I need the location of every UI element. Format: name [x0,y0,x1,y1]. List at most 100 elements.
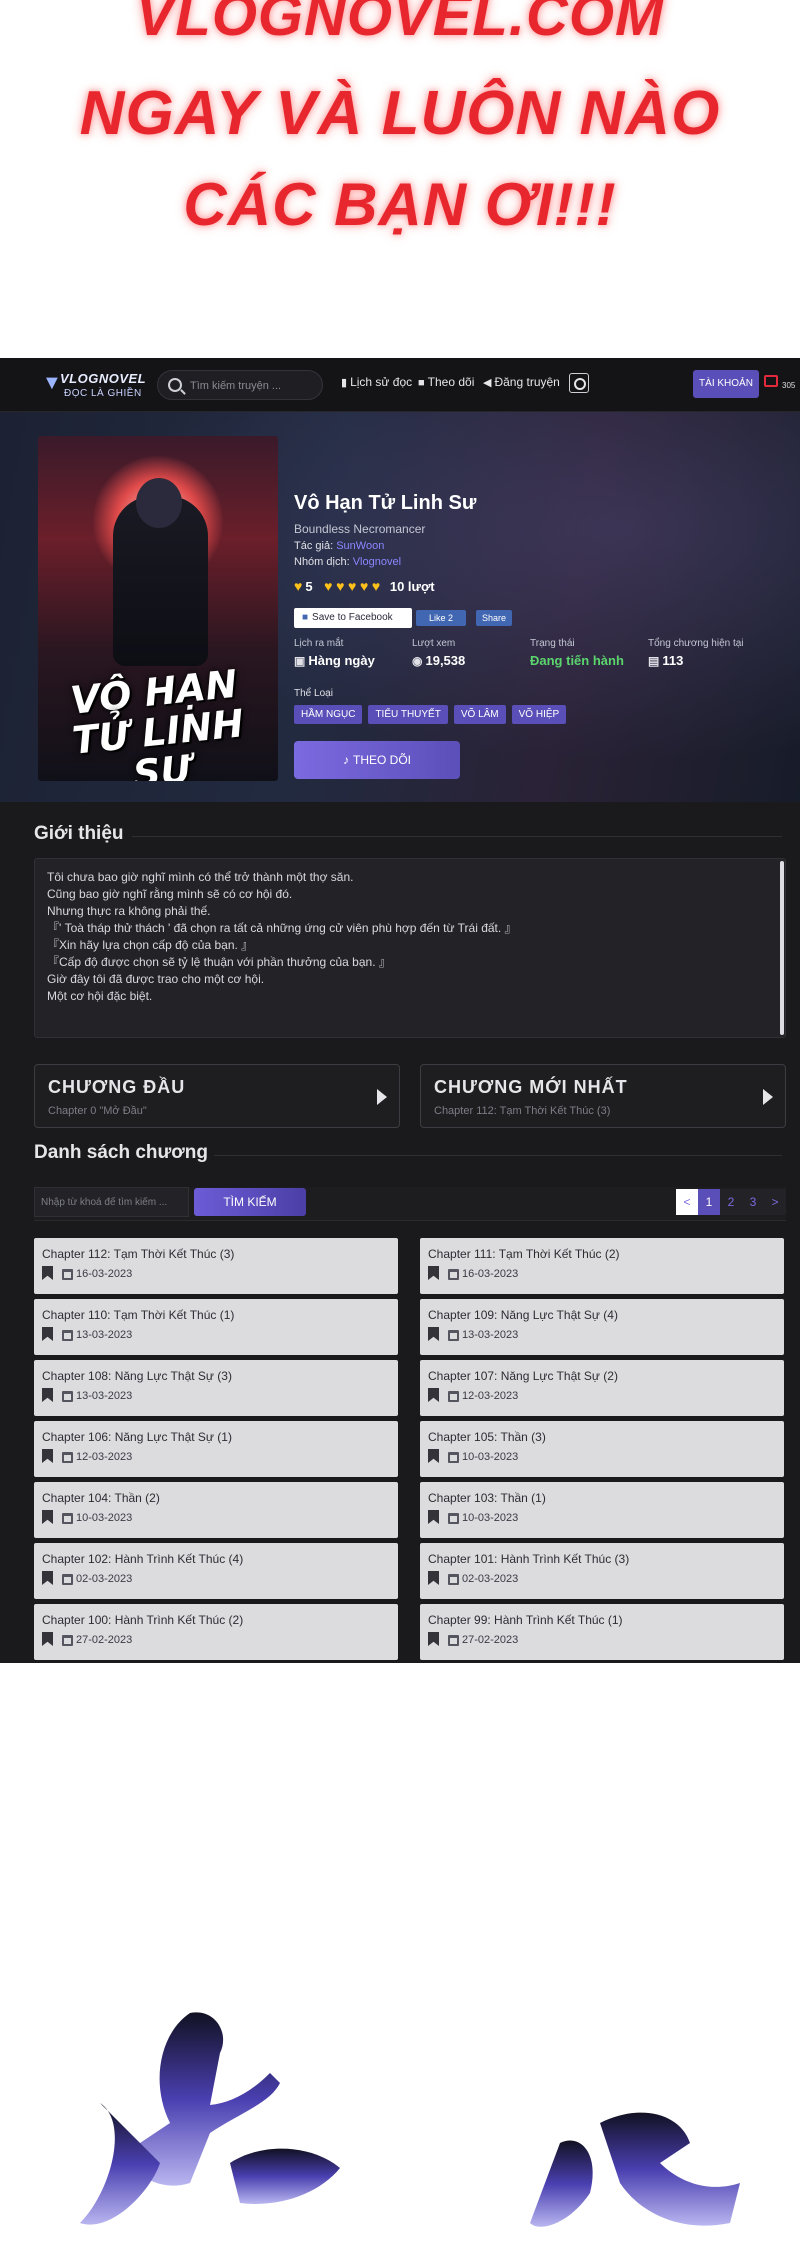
chapter-list-item[interactable]: Chapter 105: Thần (3) 10-03-2023 [420,1421,784,1477]
bookmark-icon: ■ [418,377,425,389]
bookmark-icon[interactable] [428,1571,439,1585]
bookmark-icon[interactable] [42,1449,53,1463]
bookmark-icon[interactable] [428,1327,439,1341]
synopsis-line: Một cơ hội đặc biệt. [47,989,153,1003]
first-chapter-button[interactable]: CHƯƠNG ĐẦU Chapter 0 "Mở Đầu" [34,1064,400,1128]
facebook-share-button[interactable]: Share [476,610,512,626]
chapter-list-item[interactable]: Chapter 107: Năng Lực Thật Sự (2) 12-03-2… [420,1360,784,1416]
synopsis-line: 『Xin hãy lựa chọn cấp độ của bạn. 』 [47,938,254,952]
follow-button[interactable]: ♪ THEO DÕI [294,741,460,779]
synopsis-scrollbar[interactable] [780,861,784,1035]
chapter-list-item[interactable]: Chapter 110: Tạm Thời Kết Thúc (1) 13-03-… [34,1299,398,1355]
author-row: Tác giả: SunWoon [294,540,384,552]
banner-line-3: CÁC BẠN ƠI!!! [183,171,617,238]
bookmark-icon[interactable] [428,1388,439,1402]
bookmark-icon[interactable] [42,1571,53,1585]
bookmark-icon[interactable] [42,1266,53,1280]
chapter-name: Chapter 110: Tạm Thời Kết Thúc (1) [42,1308,235,1322]
site-logo[interactable]: ▼ VLOGNOVEL ĐỌC LÀ GHIỀN [42,368,146,402]
bell-icon: ♪ [342,753,349,767]
page-prev-button[interactable]: < [676,1189,698,1215]
genre-tags: HẦM NGỤC TIỂU THUYẾT VÕ LÂM VÕ HIỆP [294,704,572,724]
mail-icon [764,375,778,387]
bookmark-icon[interactable] [428,1266,439,1280]
chapter-list-item[interactable]: Chapter 100: Hành Trình Kết Thúc (2) 27-0… [34,1604,398,1660]
bookmark-icon[interactable] [428,1449,439,1463]
search-input[interactable] [190,377,315,395]
bookmark-icon[interactable] [428,1510,439,1524]
chapter-search-input[interactable] [34,1187,189,1217]
search-box [157,370,323,400]
rating-heart-4[interactable]: ♥ [360,578,368,594]
latest-chapter-button[interactable]: CHƯƠNG MỚI NHẤT Chapter 112: Tạm Thời Kế… [420,1064,786,1128]
chapter-name: Chapter 107: Năng Lực Thật Sự (2) [428,1369,618,1383]
stat-release-schedule: Lịch ra mắt ▣ Hàng ngày [294,638,375,668]
genre-tag[interactable]: VÕ HIỆP [511,705,567,724]
nav-following[interactable]: ■ Theo dõi [418,375,474,389]
banner-line-2: NGAY VÀ LUÔN NÀO [79,79,721,148]
rating-heart-2[interactable]: ♥ [336,578,344,594]
chapter-list-item[interactable]: Chapter 112: Tạm Thời Kết Thúc (3) 16-03-… [34,1238,398,1294]
stat-value-row: ◉ 19,538 [412,653,465,668]
rating-heart-5[interactable]: ♥ [372,578,380,594]
chapter-date: 10-03-2023 [76,1512,133,1524]
calendar-icon [62,1635,73,1646]
bookmark-icon[interactable] [42,1632,53,1646]
calendar-icon [62,1574,73,1585]
chapter-filter-row: TÌM KIẾM <123> [34,1187,786,1221]
translator-link[interactable]: Vlognovel [353,556,401,568]
page-next-button[interactable]: > [764,1189,786,1215]
stat-status: Trạng thái Đang tiến hành [530,638,624,668]
bookmark-icon[interactable] [42,1388,53,1402]
chapter-date: 02-03-2023 [462,1573,519,1585]
chapter-date: 13-03-2023 [76,1390,133,1402]
genre-tag[interactable]: VÕ LÂM [453,705,506,724]
intro-heading: Giới thiệu [34,823,124,844]
genre-tag[interactable]: TIỂU THUYẾT [368,705,448,724]
rating-heart-1[interactable]: ♥ [324,578,332,594]
calendar-icon [448,1330,459,1341]
stat-value-row: ▤ 113 [648,653,744,668]
account-button[interactable]: TÀI KHOẢN [693,370,759,398]
page-2-button[interactable]: 2 [720,1189,742,1215]
chapter-list-item[interactable]: Chapter 111: Tạm Thời Kết Thúc (2) 16-03-… [420,1238,784,1294]
page-3-button[interactable]: 3 [742,1189,764,1215]
theme-toggle-button[interactable] [569,373,589,393]
chapter-list-item[interactable]: Chapter 101: Hành Trình Kết Thúc (3) 02-0… [420,1543,784,1599]
page-1-button[interactable]: 1 [698,1189,720,1215]
chapter-name: Chapter 99: Hành Trình Kết Thúc (1) [428,1613,623,1627]
stat-label: Lịch ra mắt [294,638,344,649]
chapter-name: Chapter 100: Hành Trình Kết Thúc (2) [42,1613,244,1627]
rating-score: 5 [305,579,313,594]
stat-value: 19,538 [425,653,466,668]
bookmark-icon[interactable] [42,1510,53,1524]
bookmark-icon[interactable] [42,1327,53,1341]
facebook-like-button[interactable]: Like 2 [416,610,466,626]
save-to-facebook-button[interactable]: ■ Save to Facebook [294,608,412,628]
chapter-list-item[interactable]: Chapter 106: Năng Lực Thật Sự (1) 12-03-2… [34,1421,398,1477]
chapter-list-item[interactable]: Chapter 99: Hành Trình Kết Thúc (1) 27-02… [420,1604,784,1660]
first-chapter-subtitle: Chapter 0 "Mở Đầu" [48,1105,147,1117]
chapter-name: Chapter 108: Năng Lực Thật Sự (3) [42,1369,232,1383]
chapter-name: Chapter 105: Thần (3) [428,1430,546,1444]
chapter-list-item[interactable]: Chapter 103: Thần (1) 10-03-2023 [420,1482,784,1538]
chapter-search-button[interactable]: TÌM KIẾM [194,1188,306,1216]
translator-label: Nhóm dịch: [294,556,350,568]
rating-heart-3[interactable]: ♥ [348,578,356,594]
chapter-list-item[interactable]: Chapter 109: Năng Lực Thật Sự (4) 13-03-2… [420,1299,784,1355]
chapter-date: 02-03-2023 [76,1573,133,1585]
nav-publish[interactable]: ◀ Đăng truyện [483,375,560,389]
author-link[interactable]: SunWoon [336,540,384,552]
heart-icon: ♥ [294,578,303,594]
chapter-list-item[interactable]: Chapter 102: Hành Trình Kết Thúc (4) 02-0… [34,1543,398,1599]
chapter-list-item[interactable]: Chapter 104: Thần (2) 10-03-2023 [34,1482,398,1538]
search-icon[interactable] [168,378,182,392]
genre-tag[interactable]: HẦM NGỤC [294,705,363,724]
notification-button[interactable]: 305 [764,372,795,396]
nav-reading-history[interactable]: ▮ Lịch sử đọc [341,375,412,389]
calendar-icon: ▣ [294,654,306,668]
nav-label: Theo dõi [427,375,475,389]
chapter-list-item[interactable]: Chapter 108: Năng Lực Thật Sự (3) 13-03-2… [34,1360,398,1416]
bookmark-icon[interactable] [428,1632,439,1646]
first-chapter-title: CHƯƠNG ĐẦU [48,1077,186,1097]
